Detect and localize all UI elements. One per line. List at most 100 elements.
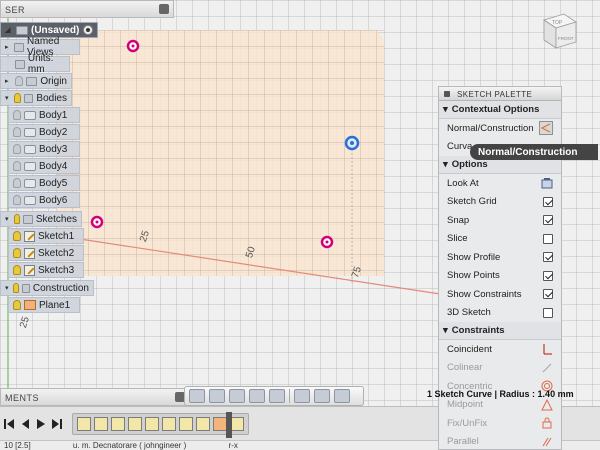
show-profile-checkbox[interactable] (543, 252, 553, 263)
visibility-bulb-icon[interactable] (13, 178, 21, 188)
expand-icon[interactable]: ▾ (5, 215, 11, 223)
pin-icon[interactable] (159, 4, 169, 14)
snap-checkbox[interactable] (543, 215, 553, 226)
timeline-extrude-icon[interactable] (111, 416, 125, 431)
folder-icon (23, 93, 34, 103)
look-at-icon[interactable] (541, 177, 553, 189)
3d-sketch-checkbox[interactable] (543, 307, 553, 318)
zoom-icon[interactable] (249, 389, 265, 403)
collapse-icon[interactable]: ▾ (443, 104, 448, 115)
expand-icon[interactable]: ▾ (5, 284, 10, 292)
tree-item-origin[interactable]: ▸ Origin (0, 73, 72, 89)
tree-item-sketch3[interactable]: Sketch3 (8, 262, 84, 278)
expand-icon[interactable]: ▸ (5, 77, 12, 85)
visibility-bulb-icon[interactable] (13, 265, 21, 275)
sketch-point-magenta[interactable] (126, 39, 140, 53)
step-back-icon[interactable] (20, 418, 30, 430)
timeline-extrude-icon[interactable] (162, 416, 176, 431)
visibility-bulb-icon[interactable] (13, 161, 21, 171)
constraint-colinear[interactable]: Colinear (439, 359, 561, 378)
tree-item-sketch2[interactable]: Sketch2 (8, 245, 84, 261)
selection-status: 1 Sketch Curve | Radius : 1.40 mm (427, 389, 574, 399)
visibility-bulb-icon[interactable] (13, 300, 21, 310)
timeline-sketch-icon[interactable] (179, 416, 193, 431)
tree-item-bodies[interactable]: ▾ Bodies (0, 90, 72, 106)
timeline-marker[interactable] (226, 412, 232, 438)
visibility-bulb-icon[interactable] (13, 195, 21, 205)
tree-item-construction[interactable]: ▾ Construction (0, 280, 94, 296)
tree-item-body5[interactable]: Body5 (8, 175, 80, 191)
constraint-fix-unfix[interactable]: Fix/UnFix (439, 414, 561, 433)
visibility-bulb-icon[interactable] (15, 76, 24, 86)
visibility-bulb-icon[interactable] (13, 231, 21, 241)
tree-label: Sketch1 (38, 230, 75, 242)
visibility-bulb-icon[interactable] (13, 110, 21, 120)
visibility-bulb-icon[interactable] (13, 127, 21, 137)
timeline-plane-icon[interactable] (213, 416, 227, 431)
tree-item-body1[interactable]: Body1 (8, 107, 80, 123)
viewcube[interactable]: TOP FRONT (536, 8, 582, 54)
tree-item-sketch1[interactable]: Sketch1 (8, 228, 84, 244)
slice-checkbox[interactable] (543, 233, 553, 244)
option-sketch-grid: Sketch Grid (439, 193, 561, 212)
visibility-bulb-icon[interactable] (13, 214, 21, 224)
expand-icon[interactable]: ▸ (5, 43, 11, 51)
expand-icon[interactable]: ▾ (5, 94, 11, 102)
section-contextual-options[interactable]: ▾ Contextual Options (439, 101, 561, 119)
tree-item-plane1[interactable]: Plane1 (8, 297, 80, 313)
timeline-sketch-icon[interactable] (77, 416, 91, 431)
orbit-icon[interactable] (189, 389, 205, 403)
section-constraints[interactable]: ▾ Constraints (439, 322, 561, 340)
visibility-bulb-icon[interactable] (12, 283, 19, 293)
tree-item-body3[interactable]: Body3 (8, 141, 80, 157)
palette-grip-icon[interactable] (444, 91, 450, 97)
timeline-sketch-icon[interactable] (94, 416, 108, 431)
sketch-point-magenta[interactable] (320, 235, 334, 249)
visibility-bulb-icon[interactable] (14, 93, 21, 103)
display-settings-icon[interactable] (294, 389, 310, 403)
normal-construction-button[interactable] (539, 121, 553, 136)
expand-icon[interactable]: ◢ (5, 26, 13, 34)
sketch-point-selected[interactable] (344, 135, 360, 151)
viewports-icon[interactable] (334, 389, 350, 403)
timeline-sketch-icon[interactable] (145, 416, 159, 431)
tree-label: Bodies (36, 92, 67, 104)
sketch-icon (24, 264, 35, 276)
tree-item-body6[interactable]: Body6 (8, 192, 80, 208)
sketch-grid-checkbox[interactable] (543, 196, 553, 207)
show-points-checkbox[interactable] (543, 270, 553, 281)
activate-radio-icon[interactable] (83, 25, 93, 35)
timeline-extrude-icon[interactable] (196, 416, 210, 431)
option-label: Show Points (447, 270, 500, 282)
go-to-start-icon[interactable] (4, 418, 14, 430)
grid-settings-icon[interactable] (314, 389, 330, 403)
go-to-end-icon[interactable] (52, 418, 62, 430)
visibility-bulb-icon[interactable] (13, 144, 21, 154)
timeline-track[interactable] (72, 412, 249, 435)
tree-label: Body4 (39, 160, 68, 172)
tree-item-body2[interactable]: Body2 (8, 124, 80, 140)
tree-item-units[interactable]: Units: mm (0, 53, 70, 75)
sketch-point-magenta[interactable] (90, 215, 104, 229)
browser-panel-header[interactable]: SER (0, 0, 174, 18)
visibility-bulb-icon[interactable] (13, 248, 21, 258)
look-at-icon[interactable] (209, 389, 225, 403)
timeline-extrude-icon[interactable] (128, 416, 142, 431)
tooltip: Normal/Construction (470, 144, 598, 160)
constraint-parallel[interactable]: Parallel (439, 433, 561, 450)
tree-item-body4[interactable]: Body4 (8, 158, 80, 174)
tree-item-sketches[interactable]: ▾ Sketches (0, 211, 82, 227)
collapse-icon[interactable]: ▾ (443, 159, 448, 170)
comments-title: MENTS (5, 393, 39, 403)
construction-plane-icon (24, 300, 36, 310)
play-icon[interactable] (36, 418, 46, 430)
pan-icon[interactable] (229, 389, 245, 403)
comments-panel-header[interactable]: MENTS (0, 388, 190, 406)
fit-icon[interactable] (269, 389, 285, 403)
collapse-icon[interactable]: ▾ (443, 325, 448, 336)
timeline-sketch-icon[interactable] (230, 416, 244, 431)
constraint-coincident[interactable]: Coincident (439, 340, 561, 359)
status-text: 10 [2.5] (4, 441, 31, 450)
palette-header[interactable]: SKETCH PALETTE (439, 87, 561, 101)
show-constraints-checkbox[interactable] (543, 289, 553, 300)
